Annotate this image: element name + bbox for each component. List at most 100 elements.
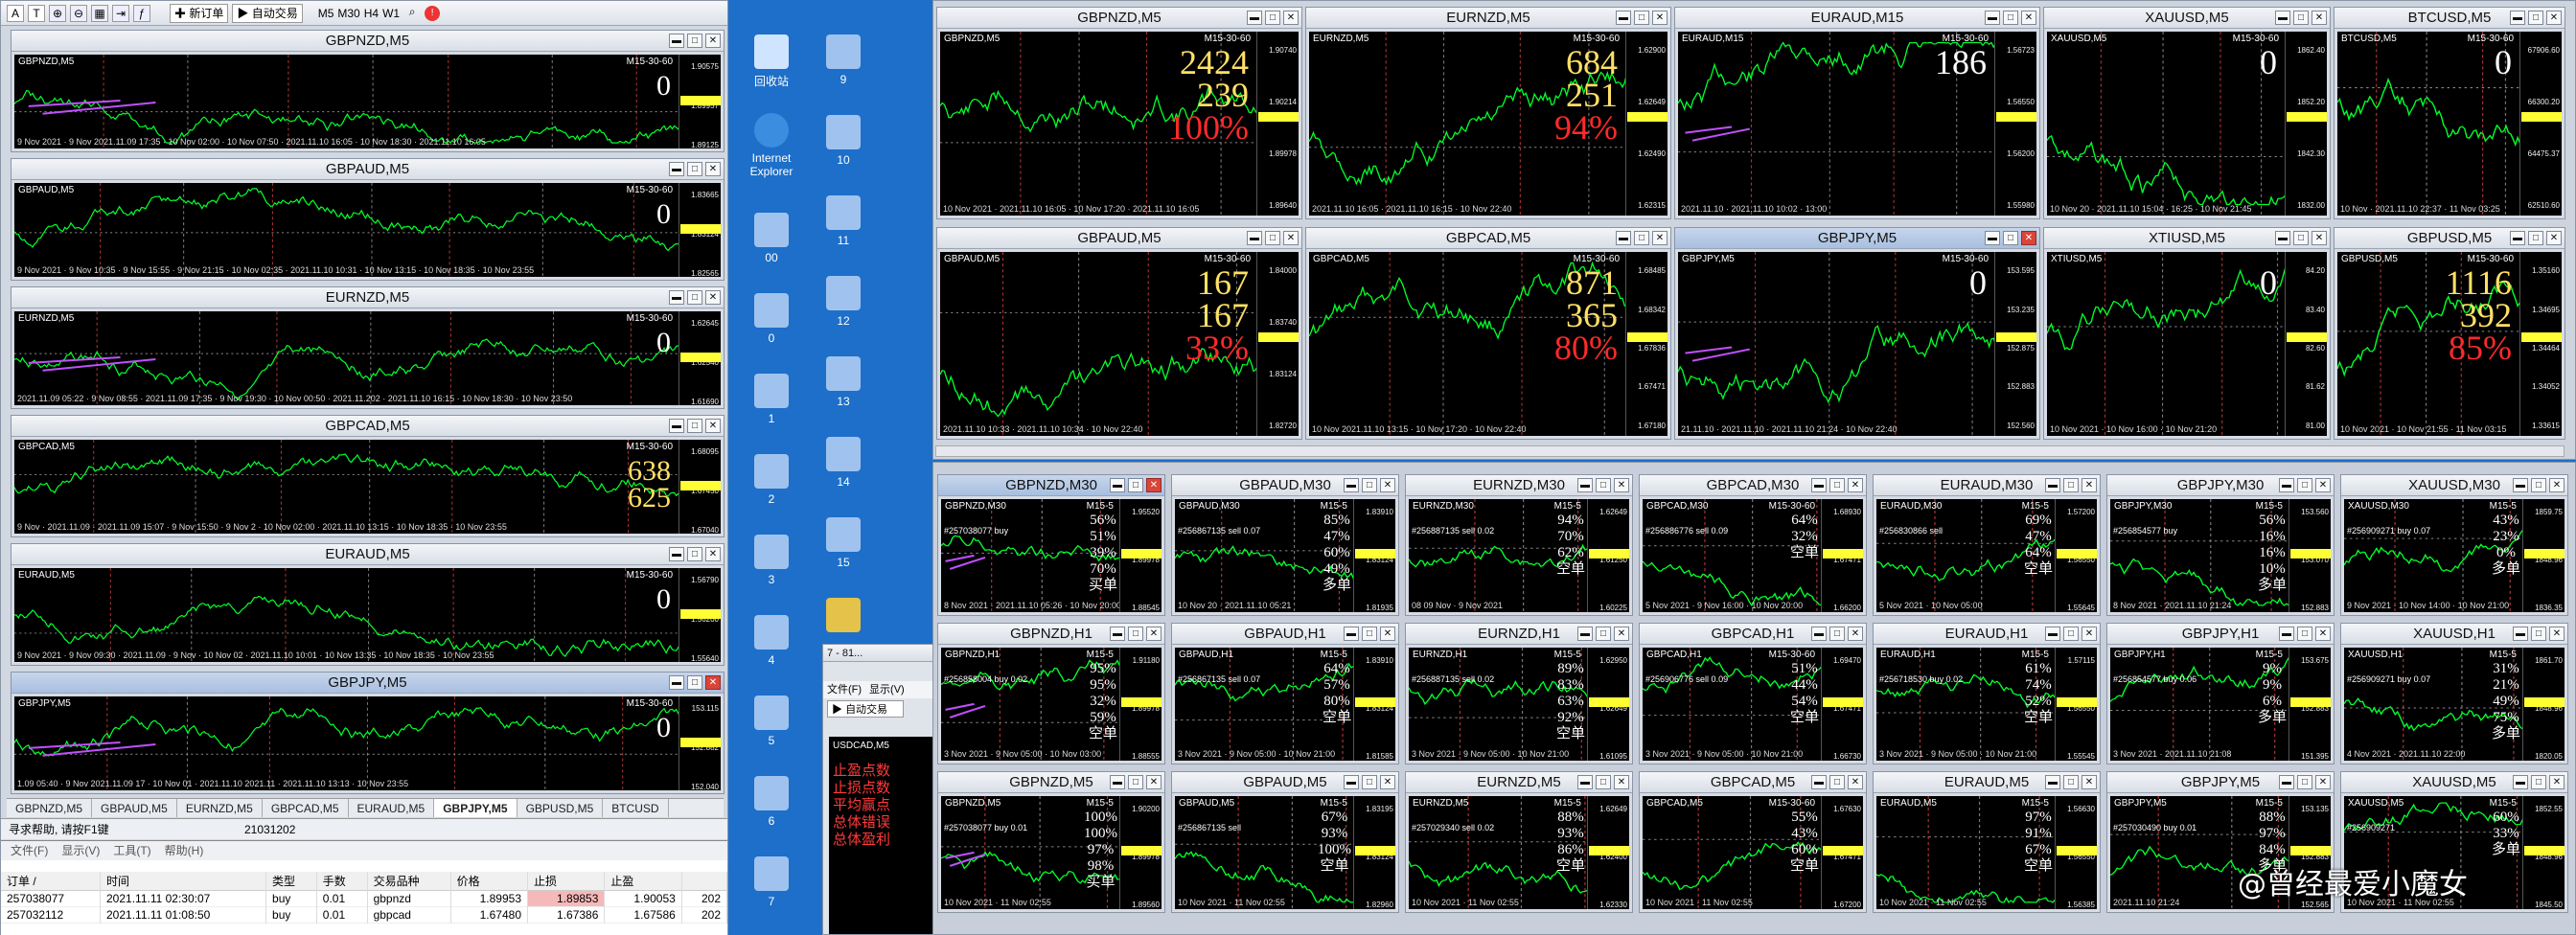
chart-plot[interactable]: EURNZD,M5 M15-30-60 684 251 94% 2021.11.10 16…: [1309, 32, 1668, 216]
chart-title-bar[interactable]: GBPJPY,M5 ▬ □ ✕: [12, 673, 724, 694]
top-area-scrollbar[interactable]: [935, 445, 2564, 457]
chart-plot[interactable]: GBPJPY,M30 M15-5 56% 16% 16% 10% 多单 #256854577 …: [2110, 499, 2331, 612]
maximize-icon[interactable]: □: [2293, 11, 2309, 25]
desktop-icon[interactable]: 15: [807, 517, 880, 569]
maximize-icon[interactable]: □: [2531, 775, 2546, 789]
new-order-button[interactable]: ✚ 新订单: [170, 3, 229, 23]
close-icon[interactable]: ✕: [1652, 11, 1668, 25]
close-icon[interactable]: ✕: [1614, 478, 1629, 492]
minimize-icon[interactable]: ▬: [1811, 775, 1827, 789]
chart-title-bar[interactable]: GBPAUD,H1 ▬ □ ✕: [1172, 624, 1398, 645]
chart-title-bar[interactable]: EURNZD,M5 ▬ □ ✕: [1306, 8, 1670, 29]
chart-plot[interactable]: GBPAUD,M5 M15-30-60 167 167 33% 2021.11.10 10…: [940, 252, 1299, 436]
chart-plot[interactable]: XAUUSD,M5 M15-30-60 0 10 Nov 20 · 2021.11.1…: [2047, 32, 2327, 216]
toolbar-icon-a[interactable]: A: [7, 4, 24, 22]
desktop-icon[interactable]: 回收站: [733, 34, 810, 89]
tf-m30[interactable]: M30: [337, 7, 359, 20]
tf-h4[interactable]: H4: [364, 7, 379, 20]
close-icon[interactable]: ✕: [705, 419, 721, 433]
desktop-icon[interactable]: 5: [733, 696, 810, 747]
chart-tab[interactable]: EURAUD,M5: [349, 799, 435, 817]
maximize-icon[interactable]: □: [1362, 478, 1377, 492]
chart-plot[interactable]: XTIUSD,M5 0 10 Nov 2021 · 10 Nov 16:00 · 1…: [2047, 252, 2327, 436]
minimize-icon[interactable]: ▬: [2513, 478, 2528, 492]
minimize-icon[interactable]: ▬: [2513, 775, 2528, 789]
chart-tab[interactable]: GBPJPY,M5: [434, 799, 518, 817]
chart-title-bar[interactable]: EURAUD,M15 ▬ □ ✕: [1675, 8, 2039, 29]
chart-plot[interactable]: GBPNZD,M5 M15-30-60 2424 239 100% 10 Nov 2021…: [940, 32, 1299, 216]
close-icon[interactable]: ✕: [1146, 627, 1162, 641]
minimize-icon[interactable]: ▬: [2279, 627, 2294, 641]
chart-plot[interactable]: EURNZD,M5 M15-5 88% 93% 86% 空单 #257029340 sell…: [1409, 796, 1629, 909]
chart-title-bar[interactable]: GBPCAD,M5 ▬ □ ✕: [12, 416, 724, 437]
close-icon[interactable]: ✕: [1380, 627, 1395, 641]
small-auto-trade-button[interactable]: ▶ 自动交易: [827, 700, 904, 718]
maximize-icon[interactable]: □: [687, 419, 702, 433]
chart-title-bar[interactable]: EURNZD,M5 ▬ □ ✕: [12, 287, 724, 308]
minimize-icon[interactable]: ▬: [1811, 627, 1827, 641]
chart-plot[interactable]: GBPNZD,M5 M15-5 100% 100% 97% 98% 买单 #257038077…: [941, 796, 1162, 909]
close-icon[interactable]: ✕: [705, 34, 721, 48]
desktop-icon[interactable]: 00: [733, 213, 810, 264]
minimize-icon[interactable]: ▬: [669, 419, 684, 433]
close-icon[interactable]: ✕: [1848, 775, 1863, 789]
maximize-icon[interactable]: □: [2063, 627, 2079, 641]
terminal-menu-item[interactable]: 工具(T): [113, 841, 150, 860]
close-icon[interactable]: ✕: [2549, 627, 2564, 641]
search-icon[interactable]: ⌕: [403, 5, 421, 22]
desktop-icon[interactable]: 10: [807, 115, 880, 167]
close-icon[interactable]: ✕: [1848, 478, 1863, 492]
minimize-icon[interactable]: ▬: [2510, 11, 2525, 25]
minimize-icon[interactable]: ▬: [2275, 231, 2290, 245]
minimize-icon[interactable]: ▬: [2279, 775, 2294, 789]
orders-col-header[interactable]: [681, 872, 728, 891]
desktop-icon[interactable]: 14: [807, 437, 880, 489]
chart-title-bar[interactable]: GBPUSD,M5 ▬ □ ✕: [2334, 228, 2564, 249]
chart-title-bar[interactable]: XTIUSD,M5 ▬ □ ✕: [2044, 228, 2330, 249]
close-icon[interactable]: ✕: [2082, 478, 2097, 492]
minimize-icon[interactable]: ▬: [1616, 11, 1631, 25]
chart-title-bar[interactable]: GBPJPY,M5 ▬ □ ✕: [2107, 772, 2334, 793]
minimize-icon[interactable]: ▬: [2045, 478, 2060, 492]
chart-plot[interactable]: GBPJPY,M5 M15-30-60 0 1.09 05:40 · 9 Nov 20…: [14, 696, 721, 790]
desktop-icon[interactable]: 9: [807, 34, 880, 86]
orders-col-header[interactable]: 时间: [100, 872, 267, 891]
zoom-in-icon[interactable]: ⊕: [49, 4, 66, 22]
maximize-icon[interactable]: □: [2063, 478, 2079, 492]
chart-title-bar[interactable]: GBPCAD,H1 ▬ □ ✕: [1640, 624, 1866, 645]
orders-col-header[interactable]: 手数: [316, 872, 368, 891]
minimize-icon[interactable]: ▬: [2045, 627, 2060, 641]
chart-title-bar[interactable]: GBPAUD,M30 ▬ □ ✕: [1172, 475, 1398, 496]
maximize-icon[interactable]: □: [2297, 775, 2312, 789]
chart-title-bar[interactable]: GBPCAD,M5 ▬ □ ✕: [1640, 772, 1866, 793]
desktop-icon[interactable]: 3: [733, 535, 810, 586]
chart-title-bar[interactable]: XAUUSD,H1 ▬ □ ✕: [2341, 624, 2567, 645]
chart-shift-icon[interactable]: ⇥: [112, 4, 129, 22]
maximize-icon[interactable]: □: [1829, 478, 1845, 492]
chart-plot[interactable]: GBPCAD,M5 M15-30-60 871 365 80% 10 Nov 2021.1…: [1309, 252, 1668, 436]
minimize-icon[interactable]: ▬: [2513, 627, 2528, 641]
close-icon[interactable]: ✕: [1652, 231, 1668, 245]
chart-plot[interactable]: GBPJPY,M5 M15-30-60 0 21.11.10 · 2021.11.10…: [1678, 252, 2036, 436]
chart-plot[interactable]: GBPAUD,M30 M15-5 85% 47% 60% 49% 多单 #256867135 …: [1175, 499, 1395, 612]
close-icon[interactable]: ✕: [2021, 231, 2036, 245]
chart-tab[interactable]: EURNZD,M5: [177, 799, 263, 817]
chart-title-bar[interactable]: GBPCAD,M30 ▬ □ ✕: [1640, 475, 1866, 496]
minimize-icon[interactable]: ▬: [1247, 231, 1262, 245]
orders-col-header[interactable]: 类型: [265, 872, 317, 891]
tf-m5[interactable]: M5: [318, 7, 334, 20]
alert-icon[interactable]: !: [425, 5, 441, 21]
maximize-icon[interactable]: □: [1829, 627, 1845, 641]
close-icon[interactable]: ✕: [1283, 11, 1299, 25]
maximize-icon[interactable]: □: [2528, 11, 2543, 25]
close-icon[interactable]: ✕: [2021, 11, 2036, 25]
desktop-icon[interactable]: Internet Explorer: [733, 113, 810, 178]
minimize-icon[interactable]: ▬: [2279, 478, 2294, 492]
chart-title-bar[interactable]: EURNZD,M30 ▬ □ ✕: [1406, 475, 1632, 496]
chart-plot[interactable]: XAUUSD,H1 M15-5 31% 21% 49% 75% 多单 #256909271 b…: [2344, 648, 2564, 761]
close-icon[interactable]: ✕: [2315, 775, 2331, 789]
chart-title-bar[interactable]: GBPNZD,M5 ▬ □ ✕: [937, 8, 1301, 29]
close-icon[interactable]: ✕: [705, 547, 721, 561]
close-icon[interactable]: ✕: [1380, 478, 1395, 492]
maximize-icon[interactable]: □: [687, 290, 702, 305]
